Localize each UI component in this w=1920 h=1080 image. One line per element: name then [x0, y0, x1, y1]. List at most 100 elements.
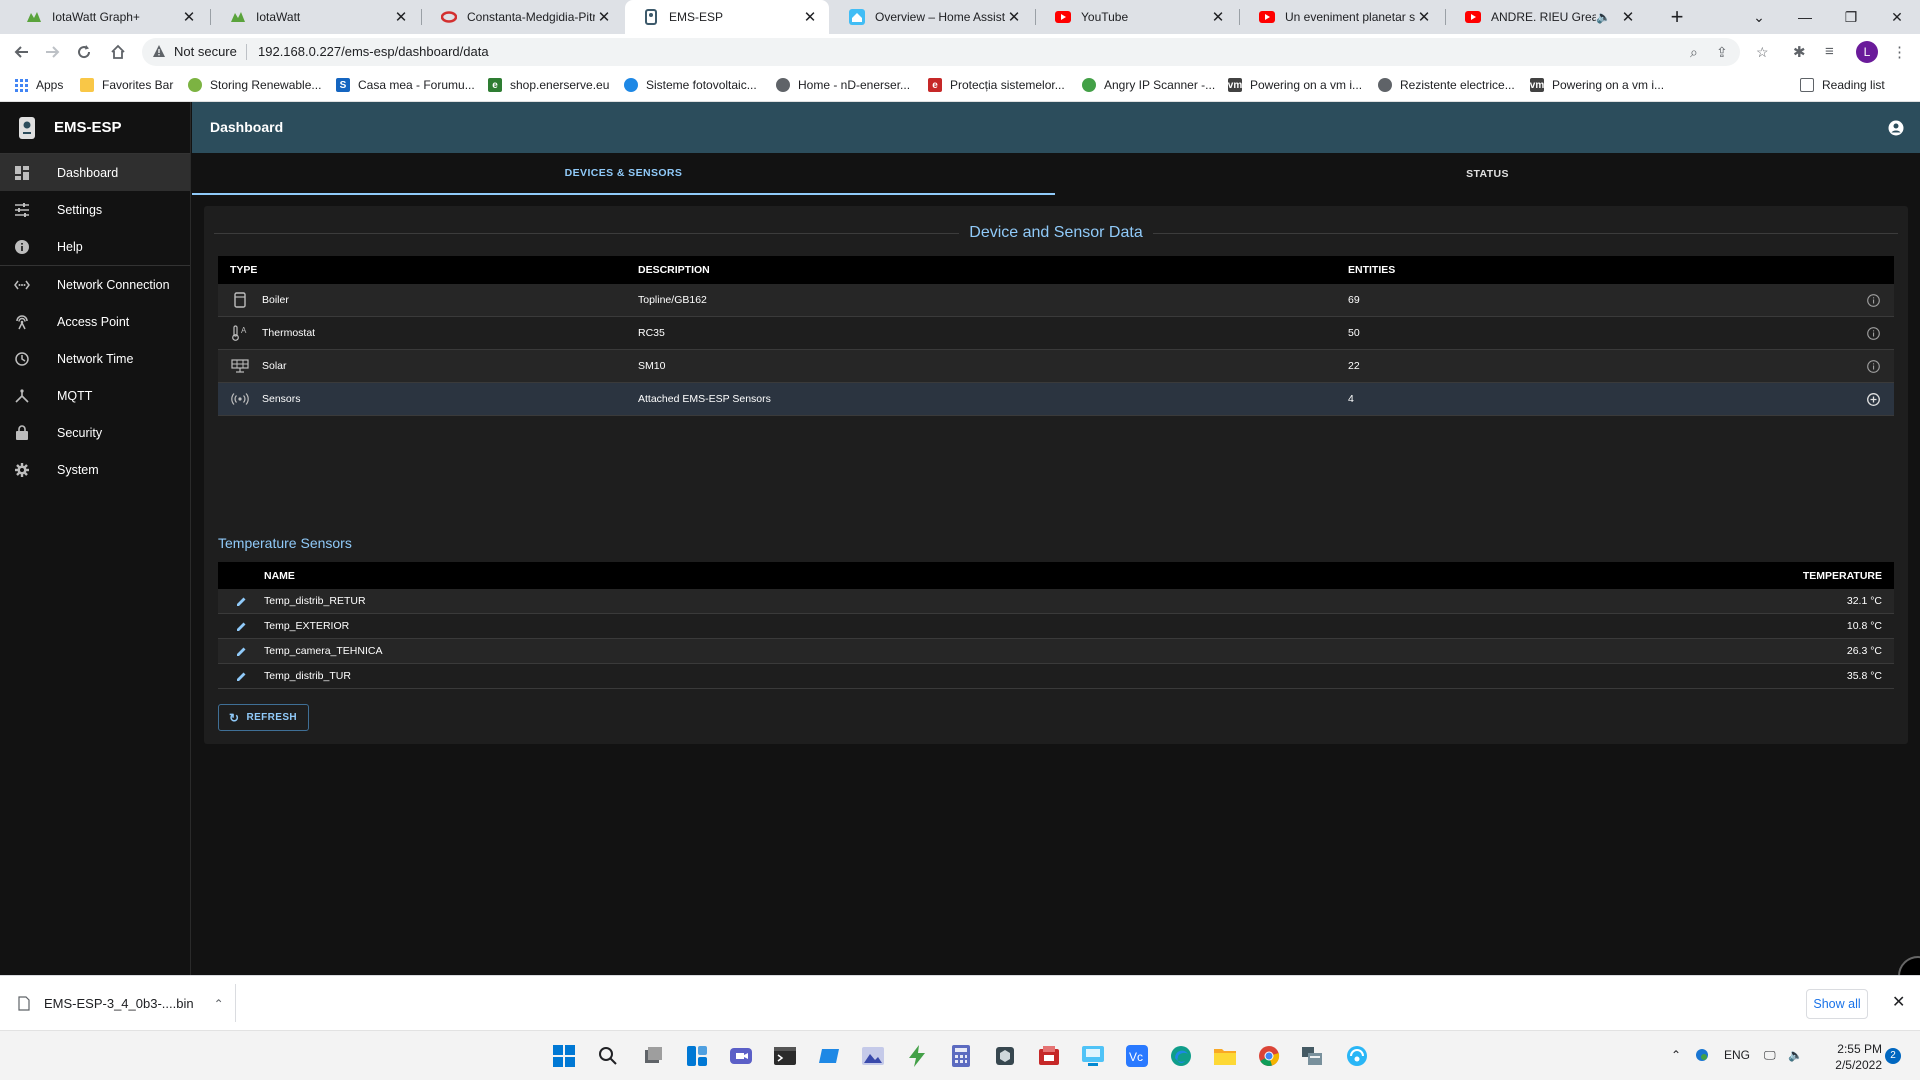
tab-status[interactable]: STATUS	[1055, 153, 1920, 195]
url-text[interactable]: 192.168.0.227/ems-esp/dashboard/data	[258, 44, 489, 59]
forward-button[interactable]	[38, 38, 66, 66]
app-icon[interactable]	[1300, 1043, 1326, 1069]
not-secure-label[interactable]: Not secure	[174, 44, 237, 59]
add-circle-icon[interactable]	[1867, 392, 1880, 406]
app-icon[interactable]	[1036, 1043, 1062, 1069]
edit-pencil-icon[interactable]	[218, 621, 264, 632]
menu-dots-icon[interactable]: ⋮	[1892, 43, 1907, 61]
edit-pencil-icon[interactable]	[218, 671, 264, 682]
zoom-icon[interactable]: ⌕	[1690, 44, 1698, 61]
bookmark-item[interactable]: e Protecția sistemelor...	[928, 78, 1065, 92]
windows-start-icon[interactable]	[551, 1043, 577, 1069]
widgets-icon[interactable]	[684, 1043, 710, 1069]
new-tab-button[interactable]: +	[1663, 4, 1691, 30]
browser-tab[interactable]: YouTube ✕	[1037, 0, 1237, 34]
bookmark-apps[interactable]: Apps	[14, 78, 63, 92]
bookmark-item[interactable]: vm Powering on a vm i...	[1228, 78, 1362, 92]
sidebar-item-network-time[interactable]: Network Time	[0, 340, 190, 377]
chevron-up-icon[interactable]: ⌃	[1671, 1048, 1681, 1062]
network-monitor-icon[interactable]: 🖵	[1764, 1048, 1776, 1063]
tab-close-icon[interactable]: ✕	[1005, 8, 1023, 26]
vscode-icon[interactable]: Vc	[1124, 1043, 1150, 1069]
table-row[interactable]: Temp_camera_TEHNICA 26.3 °C	[218, 639, 1894, 664]
tab-close-icon[interactable]: ✕	[1415, 8, 1433, 26]
file-explorer-icon[interactable]	[1212, 1043, 1238, 1069]
restore-button[interactable]: ❐	[1828, 0, 1874, 34]
volume-icon[interactable]: 🔈	[1788, 1048, 1803, 1062]
tab-close-icon[interactable]: ✕	[180, 8, 198, 26]
language-indicator[interactable]: ENG	[1724, 1048, 1750, 1062]
info-icon[interactable]	[1867, 359, 1880, 373]
table-row[interactable]: Boiler Topline/GB162 69	[218, 284, 1894, 317]
photos-icon[interactable]	[860, 1043, 886, 1069]
task-view-icon[interactable]	[640, 1043, 666, 1069]
info-icon[interactable]	[1867, 293, 1880, 307]
app-icon[interactable]	[1080, 1043, 1106, 1069]
bookmark-item[interactable]: e shop.enerserve.eu	[488, 78, 609, 92]
sidebar-item-system[interactable]: System	[0, 451, 190, 488]
bookmark-item[interactable]: S Casa mea - Forumu...	[336, 78, 475, 92]
table-row[interactable]: Solar SM10 22	[218, 350, 1894, 383]
app-icon[interactable]	[816, 1043, 842, 1069]
bookmark-folder[interactable]: Favorites Bar	[80, 78, 173, 92]
bookmark-item[interactable]: vm Powering on a vm i...	[1530, 78, 1664, 92]
table-row[interactable]: A Thermostat RC35 50	[218, 317, 1894, 350]
table-row[interactable]: Sensors Attached EMS-ESP Sensors 4	[218, 383, 1894, 416]
teams-icon[interactable]	[728, 1043, 754, 1069]
edit-pencil-icon[interactable]	[218, 596, 264, 607]
bookmark-item[interactable]: Sisteme fotovoltaic...	[624, 78, 757, 92]
home-button[interactable]	[104, 38, 132, 66]
notification-badge[interactable]: 2	[1885, 1048, 1901, 1064]
sidebar-item-network-connection[interactable]: Network Connection	[0, 266, 190, 303]
tab-close-icon[interactable]: ✕	[595, 8, 613, 26]
bookmark-star-icon[interactable]: ☆	[1756, 44, 1769, 61]
browser-tab-active[interactable]: EMS-ESP ✕	[625, 0, 829, 34]
chevron-up-icon[interactable]: ⌃	[214, 997, 224, 1011]
tab-close-icon[interactable]: ✕	[801, 8, 819, 26]
sidebar-item-security[interactable]: Security	[0, 414, 190, 451]
show-all-button[interactable]: Show all	[1806, 989, 1868, 1019]
reload-button[interactable]	[70, 38, 98, 66]
bookmark-item[interactable]: Angry IP Scanner -...	[1082, 78, 1215, 92]
tab-devices-sensors[interactable]: DEVICES & SENSORS	[192, 153, 1055, 195]
table-row[interactable]: Temp_EXTERIOR 10.8 °C	[218, 614, 1894, 639]
profile-avatar[interactable]: L	[1856, 41, 1878, 63]
account-icon[interactable]	[1888, 120, 1904, 136]
search-icon[interactable]	[595, 1043, 621, 1069]
sidebar-item-help[interactable]: Help	[0, 228, 190, 265]
sidebar-item-access-point[interactable]: Access Point	[0, 303, 190, 340]
app-icon[interactable]	[992, 1043, 1018, 1069]
bookmark-item[interactable]: Storing Renewable...	[188, 78, 321, 92]
browser-tab[interactable]: IotaWatt Graph+ ✕	[8, 0, 208, 34]
warning-icon[interactable]	[152, 44, 166, 58]
defender-icon[interactable]	[1695, 1048, 1709, 1062]
reading-mode-icon[interactable]: ≡	[1825, 43, 1834, 60]
browser-tab[interactable]: Overview – Home Assistan ✕	[831, 0, 1033, 34]
edge-icon[interactable]	[1168, 1043, 1194, 1069]
browser-tab[interactable]: IotaWatt ✕	[212, 0, 420, 34]
share-icon[interactable]: ⇪	[1716, 44, 1728, 61]
terminal-icon[interactable]	[772, 1043, 798, 1069]
tab-close-icon[interactable]: ✕	[1619, 8, 1637, 26]
info-icon[interactable]	[1867, 326, 1880, 340]
tab-search-icon[interactable]: ⌄	[1736, 0, 1782, 34]
table-row[interactable]: Temp_distrib_TUR 35.8 °C	[218, 664, 1894, 689]
chrome-icon[interactable]	[1256, 1043, 1282, 1069]
extensions-icon[interactable]: ✱	[1793, 43, 1806, 61]
table-row[interactable]: Temp_distrib_RETUR 32.1 °C	[218, 589, 1894, 614]
address-bar[interactable]: Not secure 192.168.0.227/ems-esp/dashboa…	[142, 38, 1769, 66]
download-item[interactable]: EMS-ESP-3_4_0b3-....bin ⌃	[18, 976, 224, 1031]
tab-close-icon[interactable]: ✕	[1209, 8, 1227, 26]
edit-pencil-icon[interactable]	[218, 646, 264, 657]
reading-list[interactable]: Reading list	[1800, 78, 1885, 92]
speaker-icon[interactable]: 🔈	[1596, 10, 1611, 24]
refresh-button[interactable]: ↻ REFRESH	[218, 704, 309, 731]
bookmark-item[interactable]: Rezistente electrice...	[1378, 78, 1515, 92]
bookmark-item[interactable]: Home - nD-enerser...	[776, 78, 910, 92]
sidebar-item-mqtt[interactable]: MQTT	[0, 377, 190, 414]
back-button[interactable]	[8, 38, 36, 66]
app-icon[interactable]	[1344, 1043, 1370, 1069]
browser-tab[interactable]: ANDRE. RIEU Greatest 🔈 ✕	[1447, 0, 1647, 34]
close-icon[interactable]: ✕	[1892, 992, 1905, 1012]
calculator-icon[interactable]	[948, 1043, 974, 1069]
